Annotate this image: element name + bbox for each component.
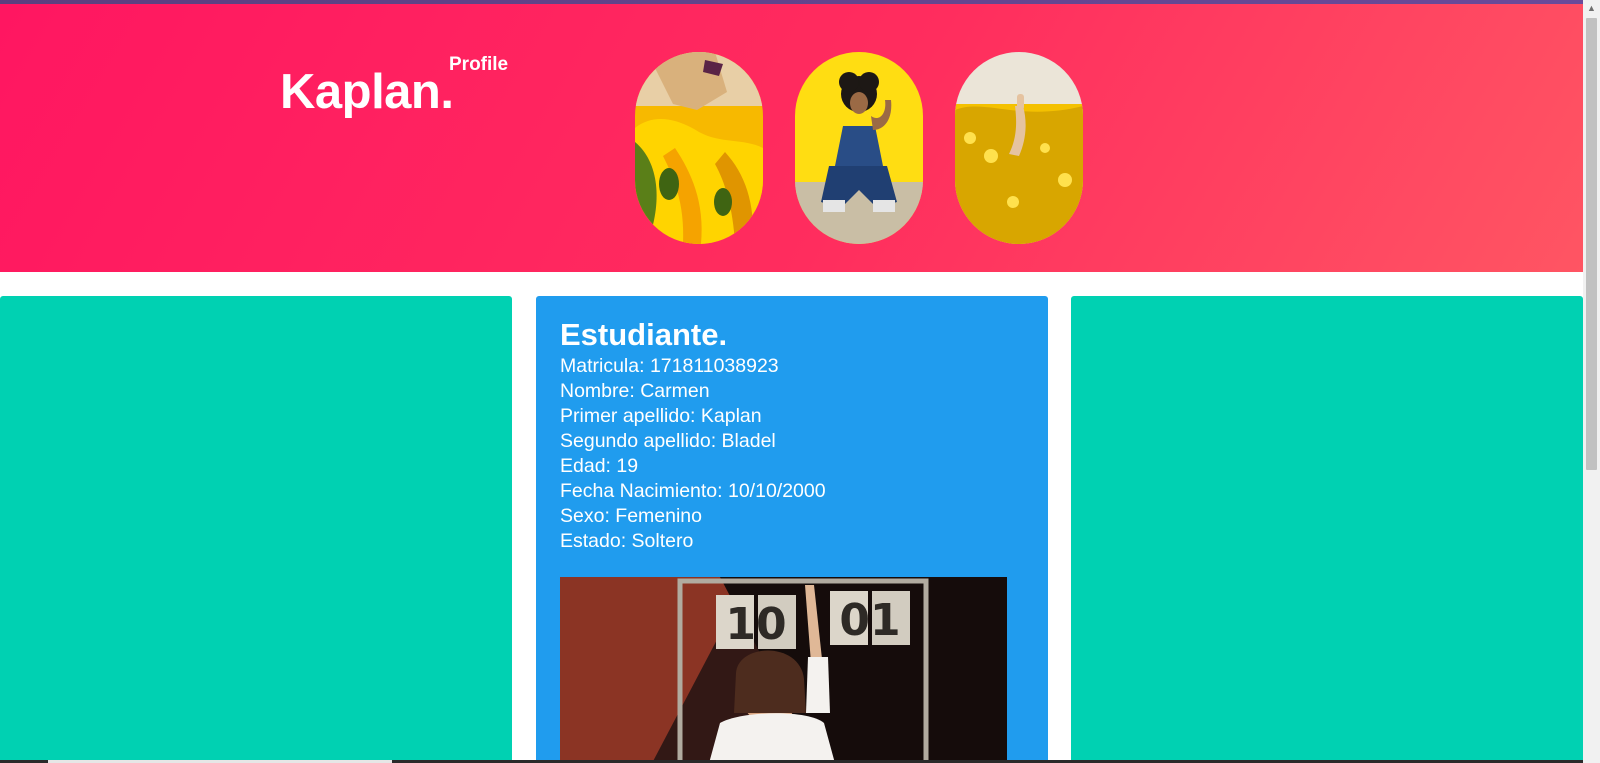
profile-label: Profile	[449, 54, 509, 75]
right-column	[1071, 296, 1583, 763]
gallery-photo-crouching-woman	[795, 52, 923, 244]
hero-banner: Kaplan. Profile	[0, 4, 1583, 272]
flip-card-left: 10	[725, 599, 786, 650]
student-photo: 10 01	[560, 577, 1007, 763]
student-title: Estudiante.	[560, 317, 728, 352]
matricula-field: Matricula: 171811038923	[560, 355, 779, 377]
flip-card-right: 01	[839, 595, 900, 646]
primer-apellido-field: Primer apellido: Kaplan	[560, 405, 762, 427]
student-card: Estudiante. Matricula: 171811038923 Nomb…	[536, 296, 1048, 763]
student-info-list: Matricula: 171811038923 Nombre: Carmen P…	[560, 354, 1024, 554]
edad-field: Edad: 19	[560, 455, 639, 477]
gallery-photo-rapeseed-field	[955, 52, 1083, 244]
sexo-field: Sexo: Femenino	[560, 505, 702, 527]
estado-field: Estado: Soltero	[560, 530, 694, 552]
vertical-scrollbar[interactable]: ▲	[1583, 0, 1600, 763]
nombre-field: Nombre: Carmen	[560, 380, 710, 402]
segundo-apellido-field: Segundo apellido: Bladel	[560, 430, 776, 452]
brand-title: Kaplan.	[280, 65, 454, 119]
scroll-thumb[interactable]	[1586, 18, 1597, 470]
fecha-nacimiento-field: Fecha Nacimiento: 10/10/2000	[560, 480, 826, 502]
left-column	[0, 296, 512, 763]
scroll-up-icon[interactable]: ▲	[1583, 0, 1600, 17]
gallery-photo-flowers	[635, 52, 763, 244]
